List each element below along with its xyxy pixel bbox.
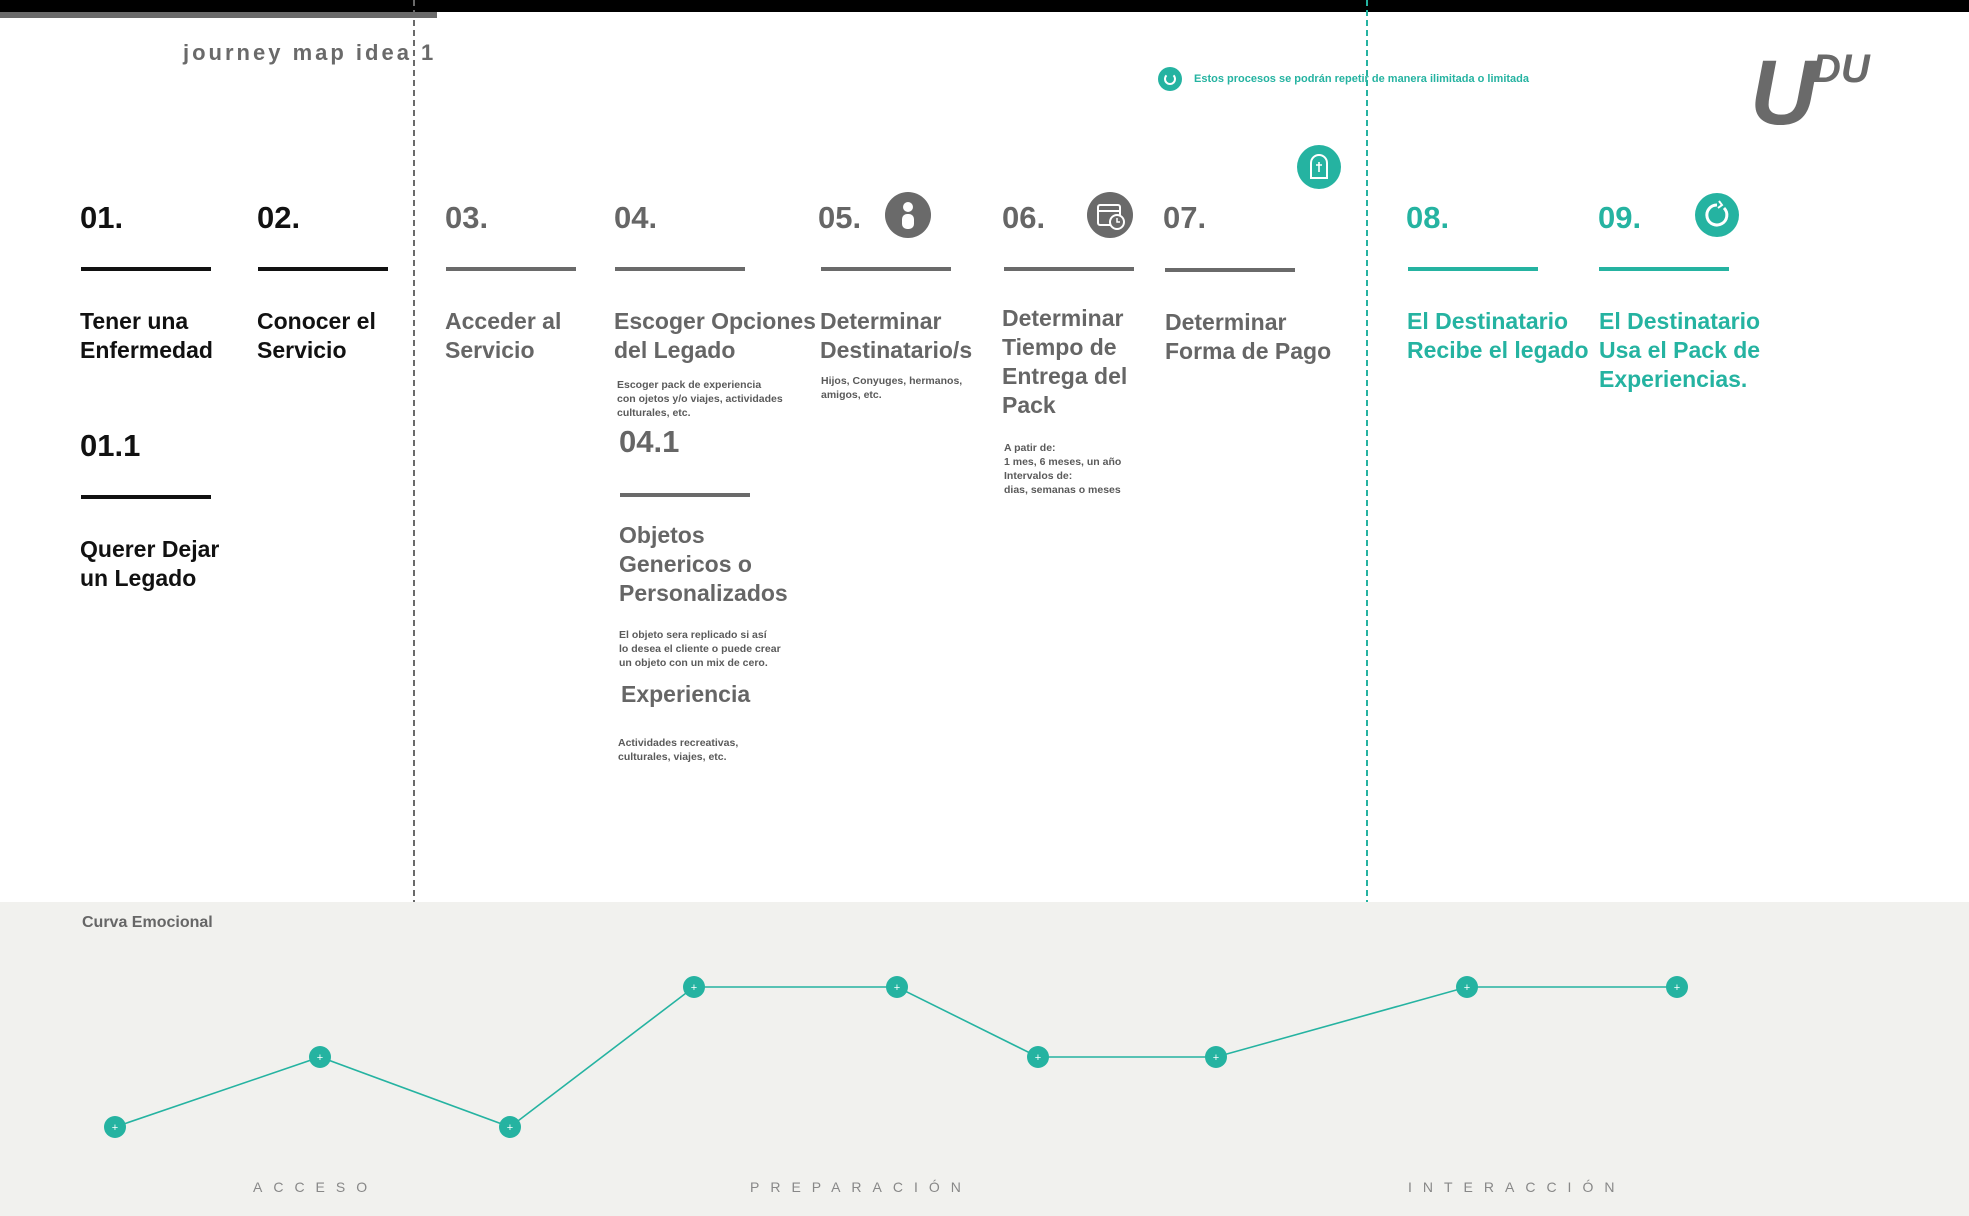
step-09-title: El Destinatario Usa el Pack de Experiencia… [1599, 308, 1761, 392]
step-03-rule [446, 267, 576, 271]
step-07-number: 07. [1163, 200, 1207, 235]
curve-point-plus: + [1213, 1052, 1219, 1064]
step-01-1-rule [81, 495, 211, 499]
curve-point-plus: + [894, 982, 900, 994]
step-05-number: 05. [818, 200, 862, 235]
step-04-description: Escoger pack de experiencia con ojetos y/… [617, 379, 783, 419]
step-08-title: El Destinatario Recibe el legado [1407, 308, 1589, 363]
udu-logo: U DU [1750, 42, 1880, 147]
experiencia-description: Actividades recreativas, culturales, viaj… [618, 737, 739, 763]
step-01-1-number: 01.1 [80, 428, 141, 463]
repeat-note: Estos procesos se podrán repetir de mane… [1158, 67, 1529, 91]
svg-text:U: U [1750, 42, 1819, 142]
step-04-number: 04. [614, 200, 658, 235]
repeat-note-text: Estos procesos se podrán repetir de mane… [1194, 73, 1529, 85]
step-06-rule [1004, 267, 1134, 271]
step-01-rule [81, 267, 211, 271]
curve-line [114, 986, 1677, 1128]
step-01-1-title: Querer Dejar un Legado [80, 536, 220, 591]
step-05-description: Hijos, Conyuges, hermanos, amigos, etc. [821, 375, 963, 401]
curve-point-plus: + [317, 1052, 323, 1064]
step-04-rule [615, 267, 745, 271]
step-07-rule [1165, 268, 1295, 272]
top-bar [0, 0, 1969, 12]
tombstone-icon [1297, 145, 1341, 189]
cycle-icon [1695, 193, 1739, 237]
step-04-1-title: Objetos Genericos o Personalizados [619, 522, 788, 606]
step-06-title: Determinar Tiempo de Entrega del Pack [1002, 305, 1128, 418]
step-04-1-rule [620, 493, 750, 497]
calendar-icon [1087, 192, 1133, 238]
step-04-1-number: 04.1 [619, 424, 680, 459]
step-04-1-description: El objeto sera replicado si así lo desea … [619, 629, 781, 669]
step-02-title: Conocer el Servicio [257, 308, 376, 363]
step-05-rule [821, 267, 951, 271]
step-08-number: 08. [1406, 200, 1450, 235]
step-06-number: 06. [1002, 200, 1046, 235]
step-01-title: Tener una Enfermedad [80, 308, 213, 363]
top-bar-accent [0, 12, 437, 18]
step-03-number: 03. [445, 200, 489, 235]
phase-label-interaccion: INTERACCIÓN [1408, 1179, 1626, 1195]
svg-text:DU: DU [1812, 47, 1871, 91]
experiencia-title: Experiencia [621, 681, 751, 707]
phase-label-preparacion: PREPARACIÓN [750, 1179, 972, 1195]
step-08-rule [1408, 267, 1538, 271]
curve-point-plus: + [1674, 982, 1680, 994]
step-06-description: A patir de: 1 mes, 6 meses, un año Interva… [1004, 442, 1122, 496]
step-09-number: 09. [1598, 200, 1642, 235]
step-05-title: Determinar Destinatario/s [820, 308, 973, 363]
curve-point-plus: + [112, 1122, 118, 1134]
cycle-icon [1158, 67, 1182, 91]
step-09-rule [1599, 267, 1729, 271]
step-01-number: 01. [80, 200, 124, 235]
step-02-rule [258, 267, 388, 271]
curve-point-plus: + [507, 1122, 513, 1134]
curve-point-plus: + [1035, 1052, 1041, 1064]
person-icon [885, 192, 931, 238]
curve-point-plus: + [1464, 982, 1470, 994]
phase-label-acceso: ACCESO [253, 1179, 379, 1195]
page-title: journey map idea 1 [183, 40, 437, 65]
step-02-number: 02. [257, 200, 301, 235]
curve-point-plus: + [691, 982, 697, 994]
emotional-curve-chart: + + + + + + + + + [104, 976, 1688, 1138]
step-07-title: Determinar Forma de Pago [1165, 309, 1332, 364]
step-03-title: Acceder al Servicio [445, 308, 562, 363]
step-04-title: Escoger Opciones del Legado [614, 308, 816, 363]
